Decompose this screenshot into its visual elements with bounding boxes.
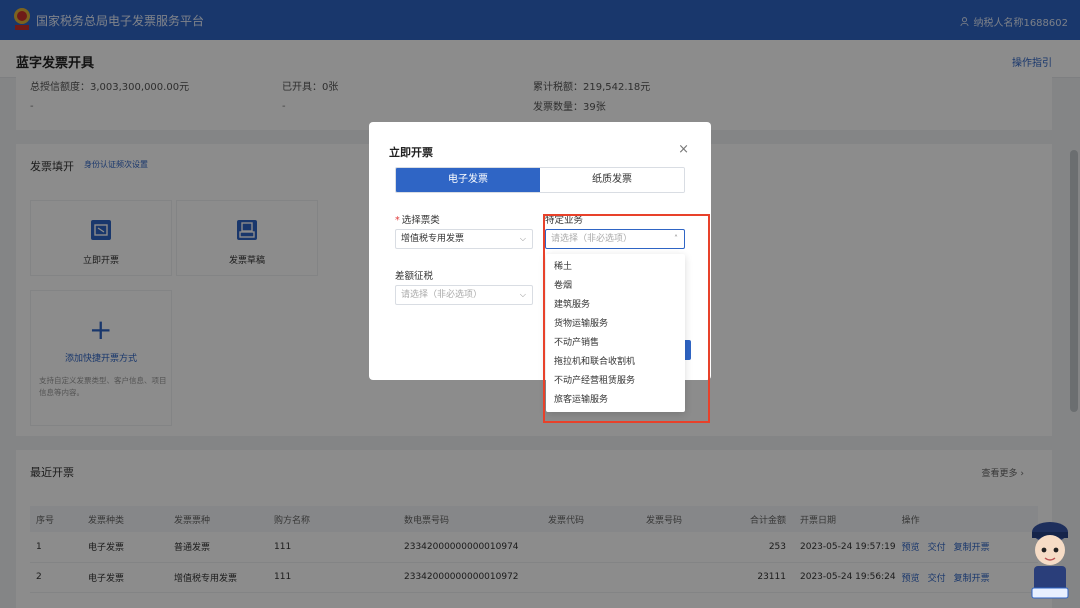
- assistant-mascot-icon[interactable]: [1024, 518, 1076, 604]
- required-mark: *: [395, 215, 400, 226]
- diff-tax-select[interactable]: 请选择（非必选项） ⌵: [395, 285, 533, 305]
- special-business-dropdown: 稀土 卷烟 建筑服务 货物运输服务 不动产销售 拖拉机和联合收割机 不动产经营租…: [546, 254, 685, 412]
- dropdown-option[interactable]: 建筑服务: [546, 296, 685, 315]
- special-business-select[interactable]: 请选择（非必选项） ˄: [545, 229, 685, 249]
- dropdown-option[interactable]: 货物运输服务: [546, 315, 685, 334]
- dialog-title: 立即开票: [389, 146, 433, 159]
- invoice-type-label: * 选择票类: [395, 212, 440, 226]
- dropdown-option[interactable]: 卷烟: [546, 277, 685, 296]
- dropdown-option[interactable]: 不动产经营租赁服务: [546, 372, 685, 391]
- chevron-up-icon: ˄: [674, 234, 678, 243]
- special-business-label: 特定业务: [545, 215, 584, 226]
- invoice-medium-switch: 电子发票 纸质发票: [395, 167, 685, 193]
- diff-tax-placeholder: 请选择（非必选项）: [401, 290, 483, 300]
- close-icon[interactable]: ×: [678, 142, 689, 157]
- special-business-placeholder: 请选择（非必选项）: [551, 234, 633, 244]
- chevron-down-icon: ⌵: [519, 234, 526, 243]
- tab-electronic-invoice[interactable]: 电子发票: [396, 168, 540, 192]
- diff-tax-label: 差额征税: [395, 271, 434, 282]
- chevron-down-icon: ⌵: [519, 290, 526, 299]
- dropdown-option[interactable]: 拖拉机和联合收割机: [546, 353, 685, 372]
- dropdown-option[interactable]: 旅客运输服务: [546, 391, 685, 410]
- invoice-type-label-text: 选择票类: [401, 215, 440, 226]
- invoice-type-value: 增值税专用发票: [401, 234, 465, 244]
- dropdown-option[interactable]: 不动产销售: [546, 334, 685, 353]
- dropdown-option[interactable]: 稀土: [546, 258, 685, 277]
- tab-paper-invoice[interactable]: 纸质发票: [540, 168, 684, 192]
- invoice-type-select[interactable]: 增值税专用发票 ⌵: [395, 229, 533, 249]
